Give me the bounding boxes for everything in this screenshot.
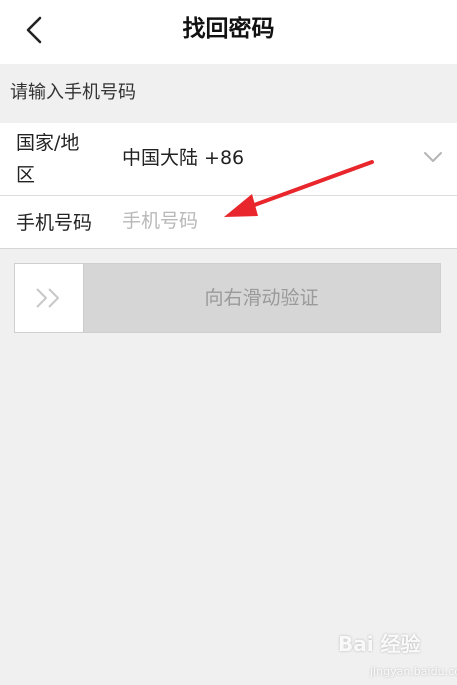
header-bar: 找回密码 <box>0 0 457 64</box>
country-selector[interactable]: 国家/地区 中国大陆 +86 <box>0 123 457 196</box>
phone-label: 手机号码 <box>16 212 93 234</box>
recovery-form: 国家/地区 中国大陆 +86 手机号码 <box>0 123 457 249</box>
chevron-down-icon <box>424 152 442 162</box>
page-title: 找回密码 <box>182 16 275 42</box>
slider-label: 向右滑动验证 <box>204 287 319 309</box>
phone-row: 手机号码 <box>0 196 457 248</box>
phone-input[interactable] <box>120 204 444 238</box>
country-label: 国家/地区 <box>16 132 80 186</box>
watermark-logo: Bai 经验 <box>338 632 421 656</box>
country-value: 中国大陆 +86 <box>122 147 245 169</box>
watermark-url: jingyan.baidu.com <box>370 665 457 678</box>
slide-verify[interactable]: 向右滑动验证 <box>14 263 441 333</box>
double-chevron-right-icon <box>36 288 59 308</box>
slider-handle[interactable] <box>15 264 84 332</box>
section-hint: 请输入手机号码 <box>10 82 136 103</box>
